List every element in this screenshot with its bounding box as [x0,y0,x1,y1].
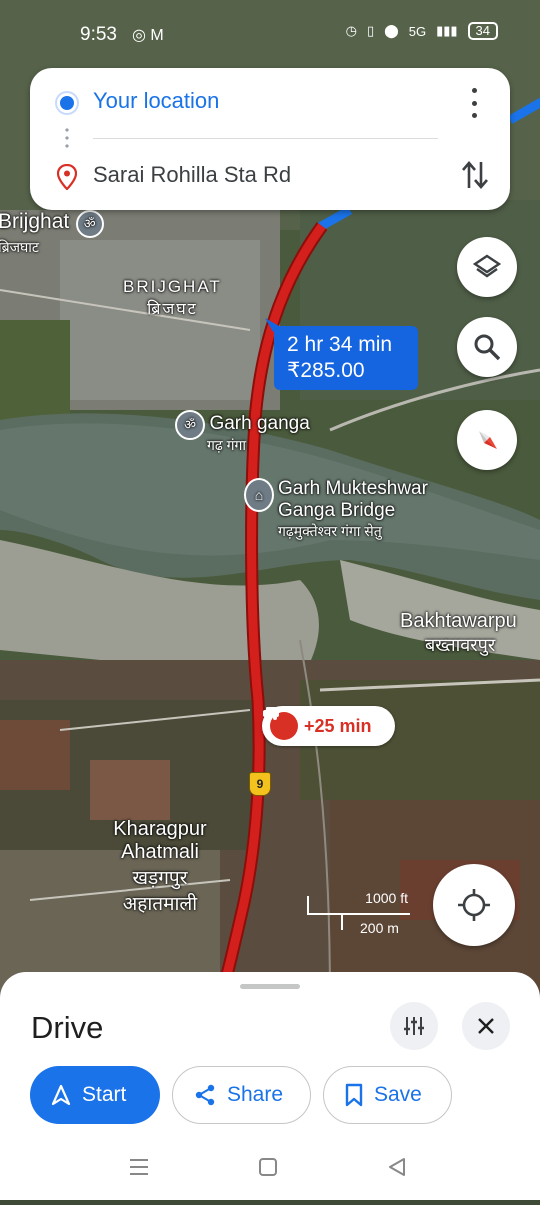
close-icon [478,1018,494,1034]
share-button[interactable]: Share [172,1066,311,1124]
search-along-route-button[interactable] [457,317,517,377]
destination-field[interactable]: Sarai Rohilla Sta Rd [93,162,291,188]
compass-button[interactable] [457,410,517,470]
battery-icon: 34 [467,22,498,40]
connector-dots [65,126,69,152]
my-location-button[interactable] [433,864,515,946]
layers-button[interactable] [457,237,517,297]
bridge-icon: ⌂ [244,478,274,512]
temple-icon: ॐ [175,410,205,440]
close-button[interactable] [462,1002,510,1050]
place-kharagpur[interactable]: Kharagpur Ahatmali खड़गपुर अहातमाली [102,818,218,916]
place-garh-ganga[interactable]: ॐ Garh ganga गढ़ गंगा [175,410,310,455]
more-vert-icon[interactable] [466,88,482,118]
status-time: 9:53 [80,24,117,45]
home-icon[interactable] [259,1158,277,1176]
back-icon[interactable] [389,1158,405,1176]
place-bakhtawarpur[interactable]: Bakhtawarpu बख्तावरपुर [400,610,517,657]
field-divider [93,138,438,139]
route-options-button[interactable] [390,1002,438,1050]
origin-field[interactable]: Your location [93,88,219,114]
compass-icon [479,431,497,449]
recents-icon[interactable] [130,1159,148,1175]
my-location-icon [458,889,490,921]
system-nav-bar [0,1150,540,1200]
layers-icon [472,254,502,278]
directions-card: Your location Sarai Rohilla Sta Rd [30,68,510,210]
swap-icon[interactable] [460,158,490,192]
notification-icons: ◎ M [132,27,164,44]
alarm-icon: ◷ [345,23,357,38]
place-ganga-bridge[interactable]: ⌂ Garh Mukteshwar Ganga Bridge गढ़मुक्ते… [244,478,428,539]
share-icon [193,1083,217,1107]
traffic-car-icon [263,707,298,740]
origin-dot-icon [60,96,74,110]
temple-icon: ॐ [75,210,104,238]
pin-icon [56,163,78,195]
route-options-icon [404,1017,424,1035]
place-brijghat[interactable]: BRIJGHAT ब्रिजघट [123,277,222,319]
save-button[interactable]: Save [323,1066,452,1124]
route-toll: ₹285.00 [287,359,365,382]
travel-mode-title: Drive [31,1010,104,1045]
start-button[interactable]: Start [30,1066,160,1124]
route-info-bubble[interactable]: 2 hr 34 min ₹285.00 [274,326,418,390]
search-icon [474,334,501,361]
navigation-arrow-icon [50,1084,72,1106]
delay-text: +25 min [304,715,372,736]
map-scale: 1000 ft 200 m [306,890,412,940]
route-duration: 2 hr 34 min [287,333,393,356]
sheet-drag-handle[interactable] [240,984,300,989]
highway-shield: 9 [249,772,271,796]
place-brijghat-top[interactable]: Brijghat ॐ ब्रिजघाट [0,210,104,257]
location-icon: ⬤ [384,23,399,38]
status-bar: 9:53 ◎ M ◷ ▯ ⬤ 5G ▮▮▮ 34 [0,0,540,64]
traffic-delay-bubble[interactable]: +25 min [262,706,395,746]
bubble-pointer [265,318,279,332]
bookmark-icon [344,1083,364,1107]
vibrate-icon: ▯ [367,23,375,38]
signal-icon: ▮▮▮ [436,23,458,38]
network-label: 5G [408,23,427,39]
